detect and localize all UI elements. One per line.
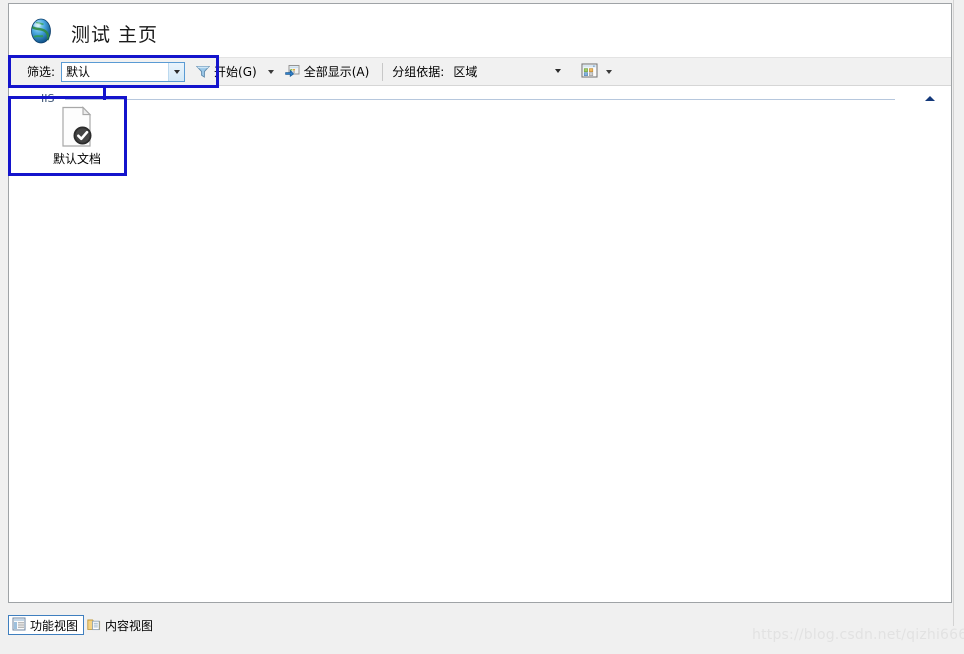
filter-dropdown-button[interactable] [168, 62, 185, 81]
filter-label: 筛选: [27, 65, 56, 79]
tab-content-view-label: 内容视图 [105, 618, 154, 633]
show-all-label: 全部显示(A) [303, 65, 370, 79]
page-title: 测试 主页 [71, 24, 159, 46]
group-by-select[interactable]: 区域 [451, 62, 563, 82]
group-by-label: 分组依据: [392, 65, 445, 79]
group-by-chevron-down-icon[interactable] [555, 68, 562, 73]
go-dropdown-chevron-down-icon[interactable] [267, 69, 274, 74]
filter-combo[interactable] [61, 61, 186, 82]
go-button-label: 开始(G) [214, 65, 257, 79]
tab-features-view-label: 功能视图 [30, 618, 79, 633]
chevron-up-icon[interactable] [925, 96, 935, 101]
group-separator-line [65, 99, 895, 100]
view-mode-chevron-down-icon[interactable] [606, 69, 613, 74]
show-all-button[interactable]: 全部显示(A) [282, 61, 373, 83]
filter-toolbar: 筛选: 开始(G) [9, 57, 951, 86]
tab-features-view[interactable]: 功能视图 [8, 615, 85, 635]
watermark-text: https://blog.csdn.net/qizhi666 [752, 627, 964, 643]
chevron-down-icon [173, 69, 180, 74]
feature-tile-default-document[interactable]: 默认文档 [31, 104, 123, 172]
view-tab-bar: 功能视图 内容视图 [8, 615, 158, 635]
funnel-icon [196, 65, 211, 78]
toolbar-separator [382, 62, 384, 81]
page-header: 测试 主页 [9, 4, 951, 57]
globe-icon [28, 18, 54, 44]
feature-tile-label: 默认文档 [52, 152, 101, 166]
go-button[interactable]: 开始(G) [193, 61, 260, 83]
tab-content-view[interactable]: 内容视图 [84, 615, 158, 635]
group-header-iis: IIS [9, 90, 951, 108]
content-view-icon [87, 617, 101, 634]
show-all-icon [284, 63, 300, 80]
iis-manager-window: 测试 主页 筛选: 开始(G) [0, 0, 964, 654]
document-check-icon [60, 106, 94, 148]
tiles-view-icon [581, 62, 598, 81]
features-content-area: IIS 默认文档 [9, 86, 951, 602]
right-panel-gutter [953, 0, 964, 626]
view-mode-button[interactable] [581, 62, 613, 81]
group-by-value: 区域 [453, 65, 478, 79]
search-input[interactable] [62, 62, 167, 81]
main-panel: 测试 主页 筛选: 开始(G) [8, 3, 952, 603]
features-view-icon [12, 617, 26, 634]
